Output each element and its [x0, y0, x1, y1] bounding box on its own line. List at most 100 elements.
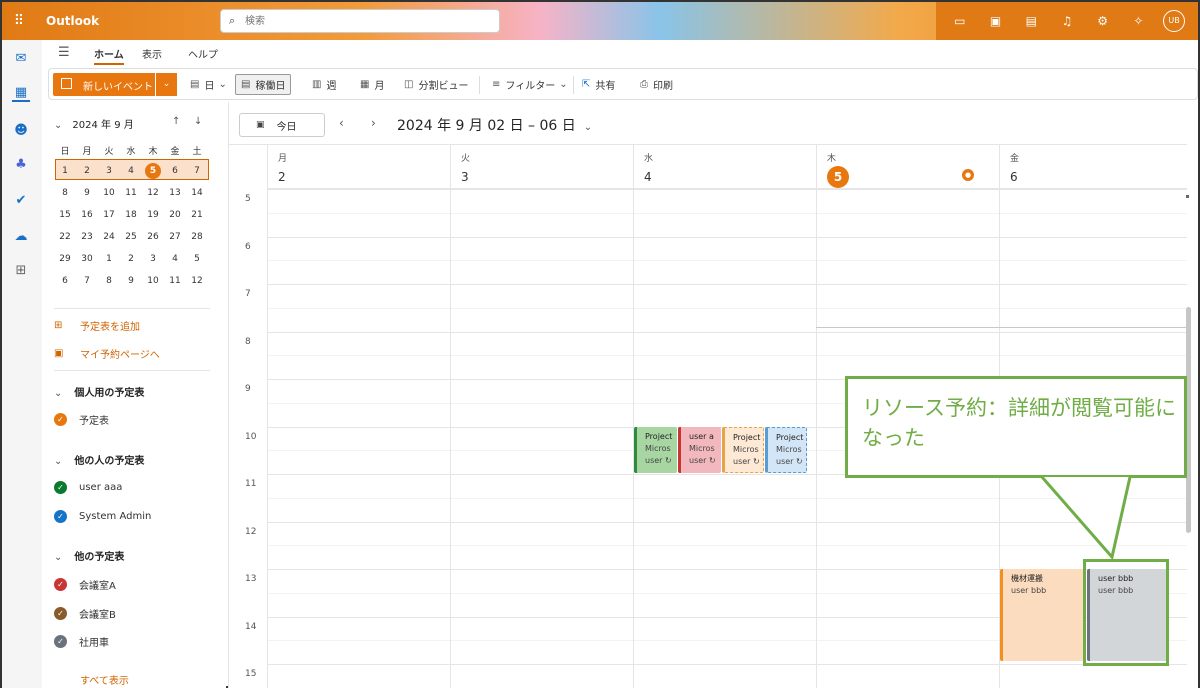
gear-icon[interactable]: ⚙ [1092, 14, 1114, 28]
mini-calendar-day[interactable]: 1 [54, 166, 76, 176]
mini-calendar-day[interactable]: 20 [164, 210, 186, 220]
tab-view[interactable]: 表示 [142, 46, 162, 61]
search-box[interactable]: ⌕ [220, 9, 500, 33]
todo-icon[interactable]: ✔ [12, 192, 30, 210]
mini-calendar-day[interactable]: 25 [120, 232, 142, 242]
mini-calendar-day[interactable]: 9 [120, 276, 142, 286]
mini-calendar-day[interactable]: 24 [98, 232, 120, 242]
mini-calendar-day[interactable]: 17 [98, 210, 120, 220]
calendar-event[interactable]: 機材運搬 user bbb [1000, 569, 1084, 661]
mini-calendar-day[interactable]: 11 [120, 188, 142, 198]
mini-calendar-day[interactable]: 21 [186, 210, 208, 220]
week-view-button[interactable]: ▥ 週 [307, 74, 341, 95]
mini-calendar-day[interactable]: 11 [164, 276, 186, 286]
app-launcher-icon[interactable]: ⠿ [10, 12, 28, 30]
calendar-item-user-aaa[interactable]: ✓ user aaa [54, 481, 122, 494]
app-name[interactable]: Outlook [46, 14, 99, 28]
hamburger-icon[interactable]: ☰ [58, 45, 70, 60]
mini-calendar-day[interactable]: 8 [54, 188, 76, 198]
calendar-event[interactable]: Project Micros user ↻ [765, 426, 807, 473]
mini-calendar-day[interactable]: 9 [76, 188, 98, 198]
day-header[interactable]: 火3 [450, 145, 633, 189]
calendar-event[interactable]: Project Micros user ↻ [634, 426, 677, 473]
lightbulb-icon[interactable]: ✧ [1127, 14, 1149, 28]
show-all-link[interactable]: すべて表示 [80, 672, 129, 687]
filter-button[interactable]: ≡ フィルター ⌄ [487, 74, 573, 95]
mini-calendar-day[interactable]: 29 [54, 254, 76, 264]
arrow-up-icon[interactable]: ↑ [172, 116, 180, 127]
calendar-item-room-b[interactable]: ✓ 会議室B [54, 606, 116, 621]
day-view-button[interactable]: ▤ 日 ⌄ [185, 74, 232, 95]
month-view-button[interactable]: ▦ 月 [355, 74, 389, 95]
mini-calendar-day[interactable]: 2 [76, 166, 98, 176]
forms-icon[interactable]: ▣ [985, 14, 1007, 28]
mini-calendar-day[interactable]: 8 [98, 276, 120, 286]
more-apps-icon[interactable]: ⊞ [12, 262, 30, 280]
mini-calendar-day[interactable]: 27 [164, 232, 186, 242]
next-icon[interactable]: › [371, 116, 376, 130]
calendar-icon[interactable]: ▦ [12, 84, 30, 102]
mini-calendar-day[interactable]: 12 [142, 188, 164, 198]
date-range-picker[interactable]: 2024 年 9 月 02 日 – 06 日 ⌄ [397, 115, 592, 135]
mini-calendar-day[interactable]: 12 [186, 276, 208, 286]
calendar-item-room-a[interactable]: ✓ 会議室A [54, 577, 116, 592]
mini-calendar-day[interactable]: 5 [186, 254, 208, 264]
day-header[interactable]: 月2 [267, 145, 450, 189]
mini-calendar-day[interactable]: 1 [98, 254, 120, 264]
previous-icon[interactable]: ‹ [339, 116, 344, 130]
mini-calendar-title[interactable]: 2024 年 9 月 [72, 120, 133, 131]
calendar-item-mine[interactable]: ✓ 予定表 [54, 412, 109, 427]
mail-icon[interactable]: ✉ [12, 50, 30, 68]
print-button[interactable]: ⎙ 印刷 [635, 74, 678, 95]
calendar-event[interactable]: user a Micros user ↻ [678, 426, 721, 473]
day-header[interactable]: 水4 [633, 145, 816, 189]
mini-calendar-day[interactable]: 6 [164, 166, 186, 176]
teams-icon[interactable]: ♣ [12, 156, 30, 174]
split-view-button[interactable]: ◫ 分割ビュー [399, 74, 473, 95]
mini-calendar-day[interactable]: 30 [76, 254, 98, 264]
add-calendar-link[interactable]: ⊞ 予定表を追加 [54, 318, 140, 334]
new-event-dropdown[interactable]: ⌄ [155, 73, 177, 96]
mini-calendar-day[interactable]: 15 [54, 210, 76, 220]
mini-calendar-day[interactable]: 7 [76, 276, 98, 286]
calendar-event[interactable]: Project Micros user ↻ [722, 426, 764, 473]
day-header[interactable]: 木5 [816, 145, 999, 189]
chevron-down-icon[interactable]: ⌄ [54, 120, 62, 131]
search-input[interactable] [245, 13, 495, 29]
booking-page-link[interactable]: ▣ マイ予約ページへ [54, 346, 160, 362]
people-icon[interactable]: ☻ [12, 122, 30, 140]
mini-calendar-day[interactable]: 5 [142, 163, 164, 179]
workweek-view-button[interactable]: ▤ 稼働日 [235, 74, 292, 95]
avatar[interactable]: UB [1163, 10, 1186, 32]
mini-calendar-day[interactable]: 3 [142, 254, 164, 264]
mini-calendar-day[interactable]: 22 [54, 232, 76, 242]
mini-calendar-day[interactable]: 13 [164, 188, 186, 198]
calendar-group-others[interactable]: ⌄ 他の人の予定表 [54, 452, 144, 467]
calendar-item-company-car[interactable]: ✓ 社用車 [54, 634, 109, 649]
mini-calendar-day[interactable]: 7 [186, 166, 208, 176]
mini-calendar-day[interactable]: 10 [142, 276, 164, 286]
calendar-item-system-admin[interactable]: ✓ System Admin [54, 510, 151, 523]
whiteboard-icon[interactable]: ▤ [1020, 14, 1042, 28]
mini-calendar-day[interactable]: 23 [76, 232, 98, 242]
mini-calendar-day[interactable]: 19 [142, 210, 164, 220]
mini-calendar-day[interactable]: 4 [120, 166, 142, 176]
calendar-group-personal[interactable]: ⌄ 個人用の予定表 [54, 384, 144, 399]
mini-calendar-day[interactable]: 3 [98, 166, 120, 176]
share-button[interactable]: ⇱ 共有 [577, 74, 620, 95]
mini-calendar-day[interactable]: 18 [120, 210, 142, 220]
mini-calendar-day[interactable]: 4 [164, 254, 186, 264]
day-header[interactable]: 金6 [999, 145, 1187, 189]
mini-calendar-day[interactable]: 2 [120, 254, 142, 264]
calendar-group-other[interactable]: ⌄ 他の予定表 [54, 548, 124, 563]
mini-calendar-day[interactable]: 14 [186, 188, 208, 198]
arrow-down-icon[interactable]: ↓ [194, 116, 202, 127]
mini-calendar-day[interactable]: 10 [98, 188, 120, 198]
tab-help[interactable]: ヘルプ [188, 46, 218, 61]
today-button[interactable]: ▣ 今日 [239, 113, 325, 137]
mini-calendar-day[interactable]: 16 [76, 210, 98, 220]
meet-now-icon[interactable]: ▭ [949, 14, 971, 28]
mini-calendar-day[interactable]: 26 [142, 232, 164, 242]
bell-icon[interactable]: ♫ [1056, 14, 1078, 28]
onedrive-icon[interactable]: ☁ [12, 228, 30, 246]
